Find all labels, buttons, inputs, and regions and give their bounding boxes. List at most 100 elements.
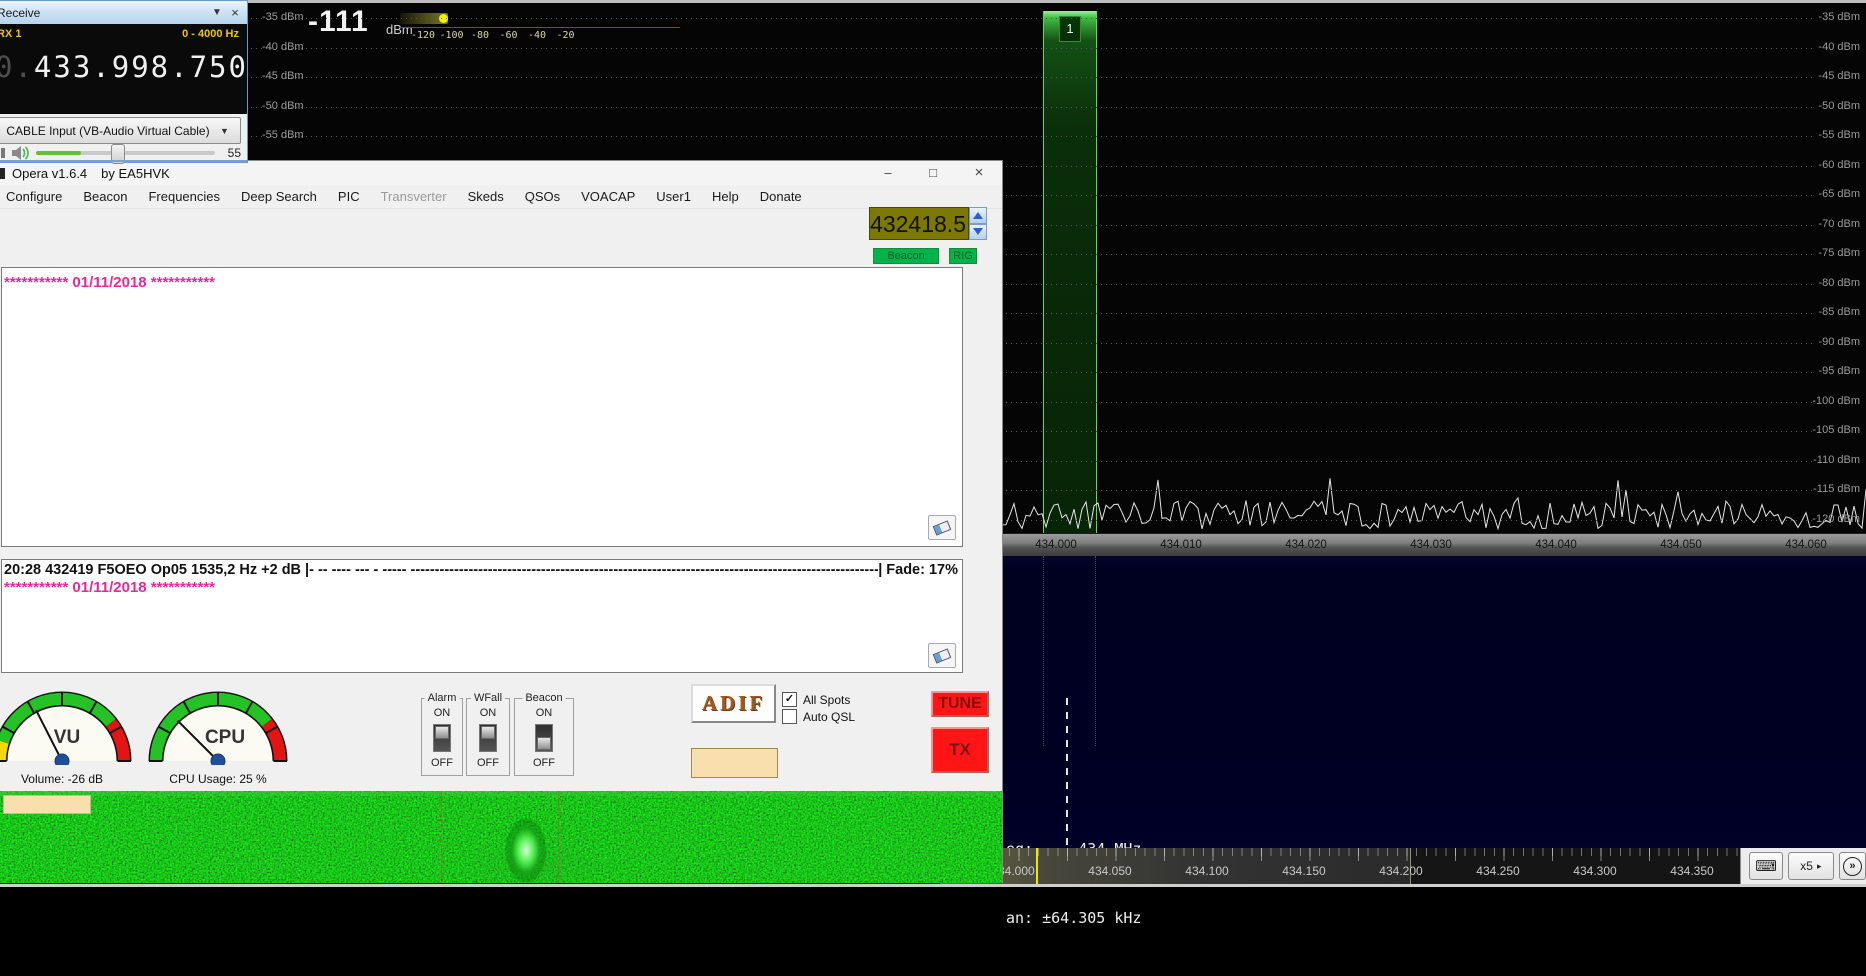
gauges: VU Volume: -26 dB CPU	[0, 681, 293, 786]
minimize-button[interactable]: –	[873, 163, 903, 183]
triangle-down-icon	[973, 228, 983, 235]
db-axis-label: -45 dBm	[1818, 70, 1860, 82]
channel-edge-line	[1095, 556, 1096, 746]
freq-axis-label: 434.060	[1776, 539, 1836, 551]
maximize-button[interactable]: □	[918, 163, 948, 183]
db-axis-label: -50 dBm	[1818, 100, 1860, 112]
toggle-group-alarm: AlarmONOFF	[421, 698, 463, 776]
zoom-step-label: x5	[1800, 859, 1813, 873]
db-axis-label: -40 dBm	[1818, 41, 1860, 53]
menu-user1[interactable]: User1	[645, 187, 701, 206]
gridline	[246, 77, 1814, 78]
opera-byline: by EA5HVK	[101, 166, 170, 181]
db-axis-label: -35 dBm	[262, 11, 304, 23]
clear-log-button[interactable]	[928, 643, 956, 668]
vu-gauge: VU Volume: -26 dB	[0, 681, 137, 786]
spinner-down-button[interactable]	[969, 224, 987, 241]
beacon-button[interactable]: Beacon	[873, 248, 939, 264]
menu-beacon[interactable]: Beacon	[72, 187, 137, 206]
freq-axis-label: 434.020	[1276, 539, 1336, 551]
menu-frequencies[interactable]: Frequencies	[137, 187, 230, 206]
adif-button[interactable]: ADIF	[691, 684, 776, 723]
opera-title: Opera v1.6.4	[12, 166, 87, 181]
chevron-right-icon: ▸	[1817, 861, 1822, 872]
cpu-gauge-caption: CPU Usage: 25 %	[143, 772, 293, 786]
fast-forward-button[interactable]: »	[1839, 852, 1866, 880]
opera-window: Opera v1.6.4 by EA5HVK – □ × ConfigureBe…	[0, 160, 1003, 883]
menu-voacap[interactable]: VOACAP	[570, 187, 645, 206]
toggle-off-label: OFF	[477, 757, 499, 769]
toggle-on-label: ON	[480, 707, 497, 719]
db-axis-label: -105 dBm	[1812, 424, 1860, 436]
spots-log-area[interactable]: 20:28 432419 F5OEO Op05 1535,2 Hz +2 dB …	[1, 559, 963, 673]
frequency-readout[interactable]: 0.433.998.750	[0, 50, 248, 84]
checkbox-row: ✓All Spots	[782, 691, 855, 708]
db-axis-label: -45 dBm	[262, 70, 304, 82]
spinner-up-button[interactable]	[969, 207, 987, 224]
toggle-switch-alarm[interactable]	[433, 724, 451, 752]
tooltip-span: an: ±64.305 kHz	[1006, 907, 1141, 930]
opera-waterfall[interactable]	[0, 791, 1002, 883]
close-icon[interactable]: ×	[226, 5, 244, 20]
collapse-chevron-icon[interactable]: ▼	[208, 7, 226, 18]
close-button[interactable]: ×	[964, 163, 994, 183]
toggle-off-label: OFF	[533, 757, 555, 769]
checkbox-label: Auto QSL	[803, 710, 855, 724]
gridline	[246, 48, 1814, 49]
cpu-gauge: CPU CPU Usage: 25 %	[143, 681, 293, 786]
spot-options: ✓All Spots Auto QSL	[782, 691, 855, 725]
db-axis-label: -95 dBm	[1818, 365, 1860, 377]
menu-transverter[interactable]: Transverter	[370, 187, 457, 206]
toggle-group-beacon: BeaconONOFF	[514, 698, 574, 776]
band-axis-label: 434.200	[1373, 864, 1429, 878]
toggle-handle	[481, 726, 495, 739]
db-axis-label: -65 dBm	[1818, 188, 1860, 200]
db-axis-label: -70 dBm	[1818, 218, 1860, 230]
menu-pic[interactable]: PIC	[327, 187, 370, 206]
spot-log-line: 20:28 432419 F5OEO Op05 1535,2 Hz +2 dB …	[2, 560, 962, 578]
menu-donate[interactable]: Donate	[749, 187, 812, 206]
zoom-step-button[interactable]: x5 ▸	[1788, 852, 1834, 880]
clear-rx-button[interactable]	[928, 515, 956, 540]
waterfall-info-box	[3, 795, 91, 814]
eraser-icon	[933, 648, 952, 663]
audio-device-select[interactable]: CABLE Input (VB-Audio Virtual Cable) ▼	[0, 117, 241, 144]
rx-decode-area[interactable]: *********** 01/11/2018 ***********	[1, 267, 963, 547]
db-axis-label: -35 dBm	[1818, 11, 1860, 23]
volume-value: 55	[221, 146, 241, 160]
db-axis-label: -75 dBm	[1818, 247, 1860, 259]
frequency-digits: 433.998.750	[34, 50, 248, 84]
band-axis-label: 434.150	[1276, 864, 1332, 878]
vu-gauge-label: VU	[54, 727, 80, 748]
checkbox-all-spots[interactable]: ✓	[782, 692, 797, 707]
menu-skeds[interactable]: Skeds	[457, 187, 514, 206]
db-axis-label: -90 dBm	[1818, 336, 1860, 348]
opera-titlebar[interactable]: Opera v1.6.4 by EA5HVK	[0, 161, 1002, 185]
toggle-switch-beacon[interactable]	[535, 724, 553, 752]
menu-deep-search[interactable]: Deep Search	[230, 187, 327, 206]
frequency-spinner-value[interactable]: 432418.5	[869, 207, 969, 240]
db-axis-label: -55 dBm	[1818, 129, 1860, 141]
rx-bandwidth-label: 0 - 4000 Hz	[182, 28, 239, 40]
tx-button[interactable]: TX	[931, 727, 989, 773]
menu-configure[interactable]: Configure	[0, 187, 72, 206]
db-axis-label: -85 dBm	[1818, 306, 1860, 318]
message-input[interactable]	[691, 748, 778, 778]
spot-log-text: 20:28 432419 F5OEO Op05 1535,2 Hz +2 dB …	[4, 562, 878, 578]
waterfall-current-row	[0, 791, 1002, 796]
toggle-switch-wfall[interactable]	[479, 724, 497, 752]
band-controls: ⌨ x5 ▸ »	[1740, 848, 1866, 884]
freq-axis-label: 434.030	[1401, 539, 1461, 551]
keyboard-entry-button[interactable]: ⌨	[1749, 852, 1783, 880]
db-axis-label: -60 dBm	[1818, 159, 1860, 171]
menu-help[interactable]: Help	[701, 187, 749, 206]
tune-button[interactable]: TUNE	[931, 691, 989, 717]
rig-button[interactable]: RIG	[949, 248, 977, 264]
db-axis-label: -120 dBm	[1812, 513, 1860, 525]
checkbox-auto-qsl[interactable]	[782, 709, 797, 724]
db-axis-label: -50 dBm	[262, 100, 304, 112]
menu-qsos[interactable]: QSOs	[514, 187, 570, 206]
receive-titlebar[interactable]: Receive ▼ ×	[0, 1, 247, 24]
band-axis-label: 434.250	[1470, 864, 1526, 878]
speaker-icon[interactable]	[11, 145, 30, 161]
